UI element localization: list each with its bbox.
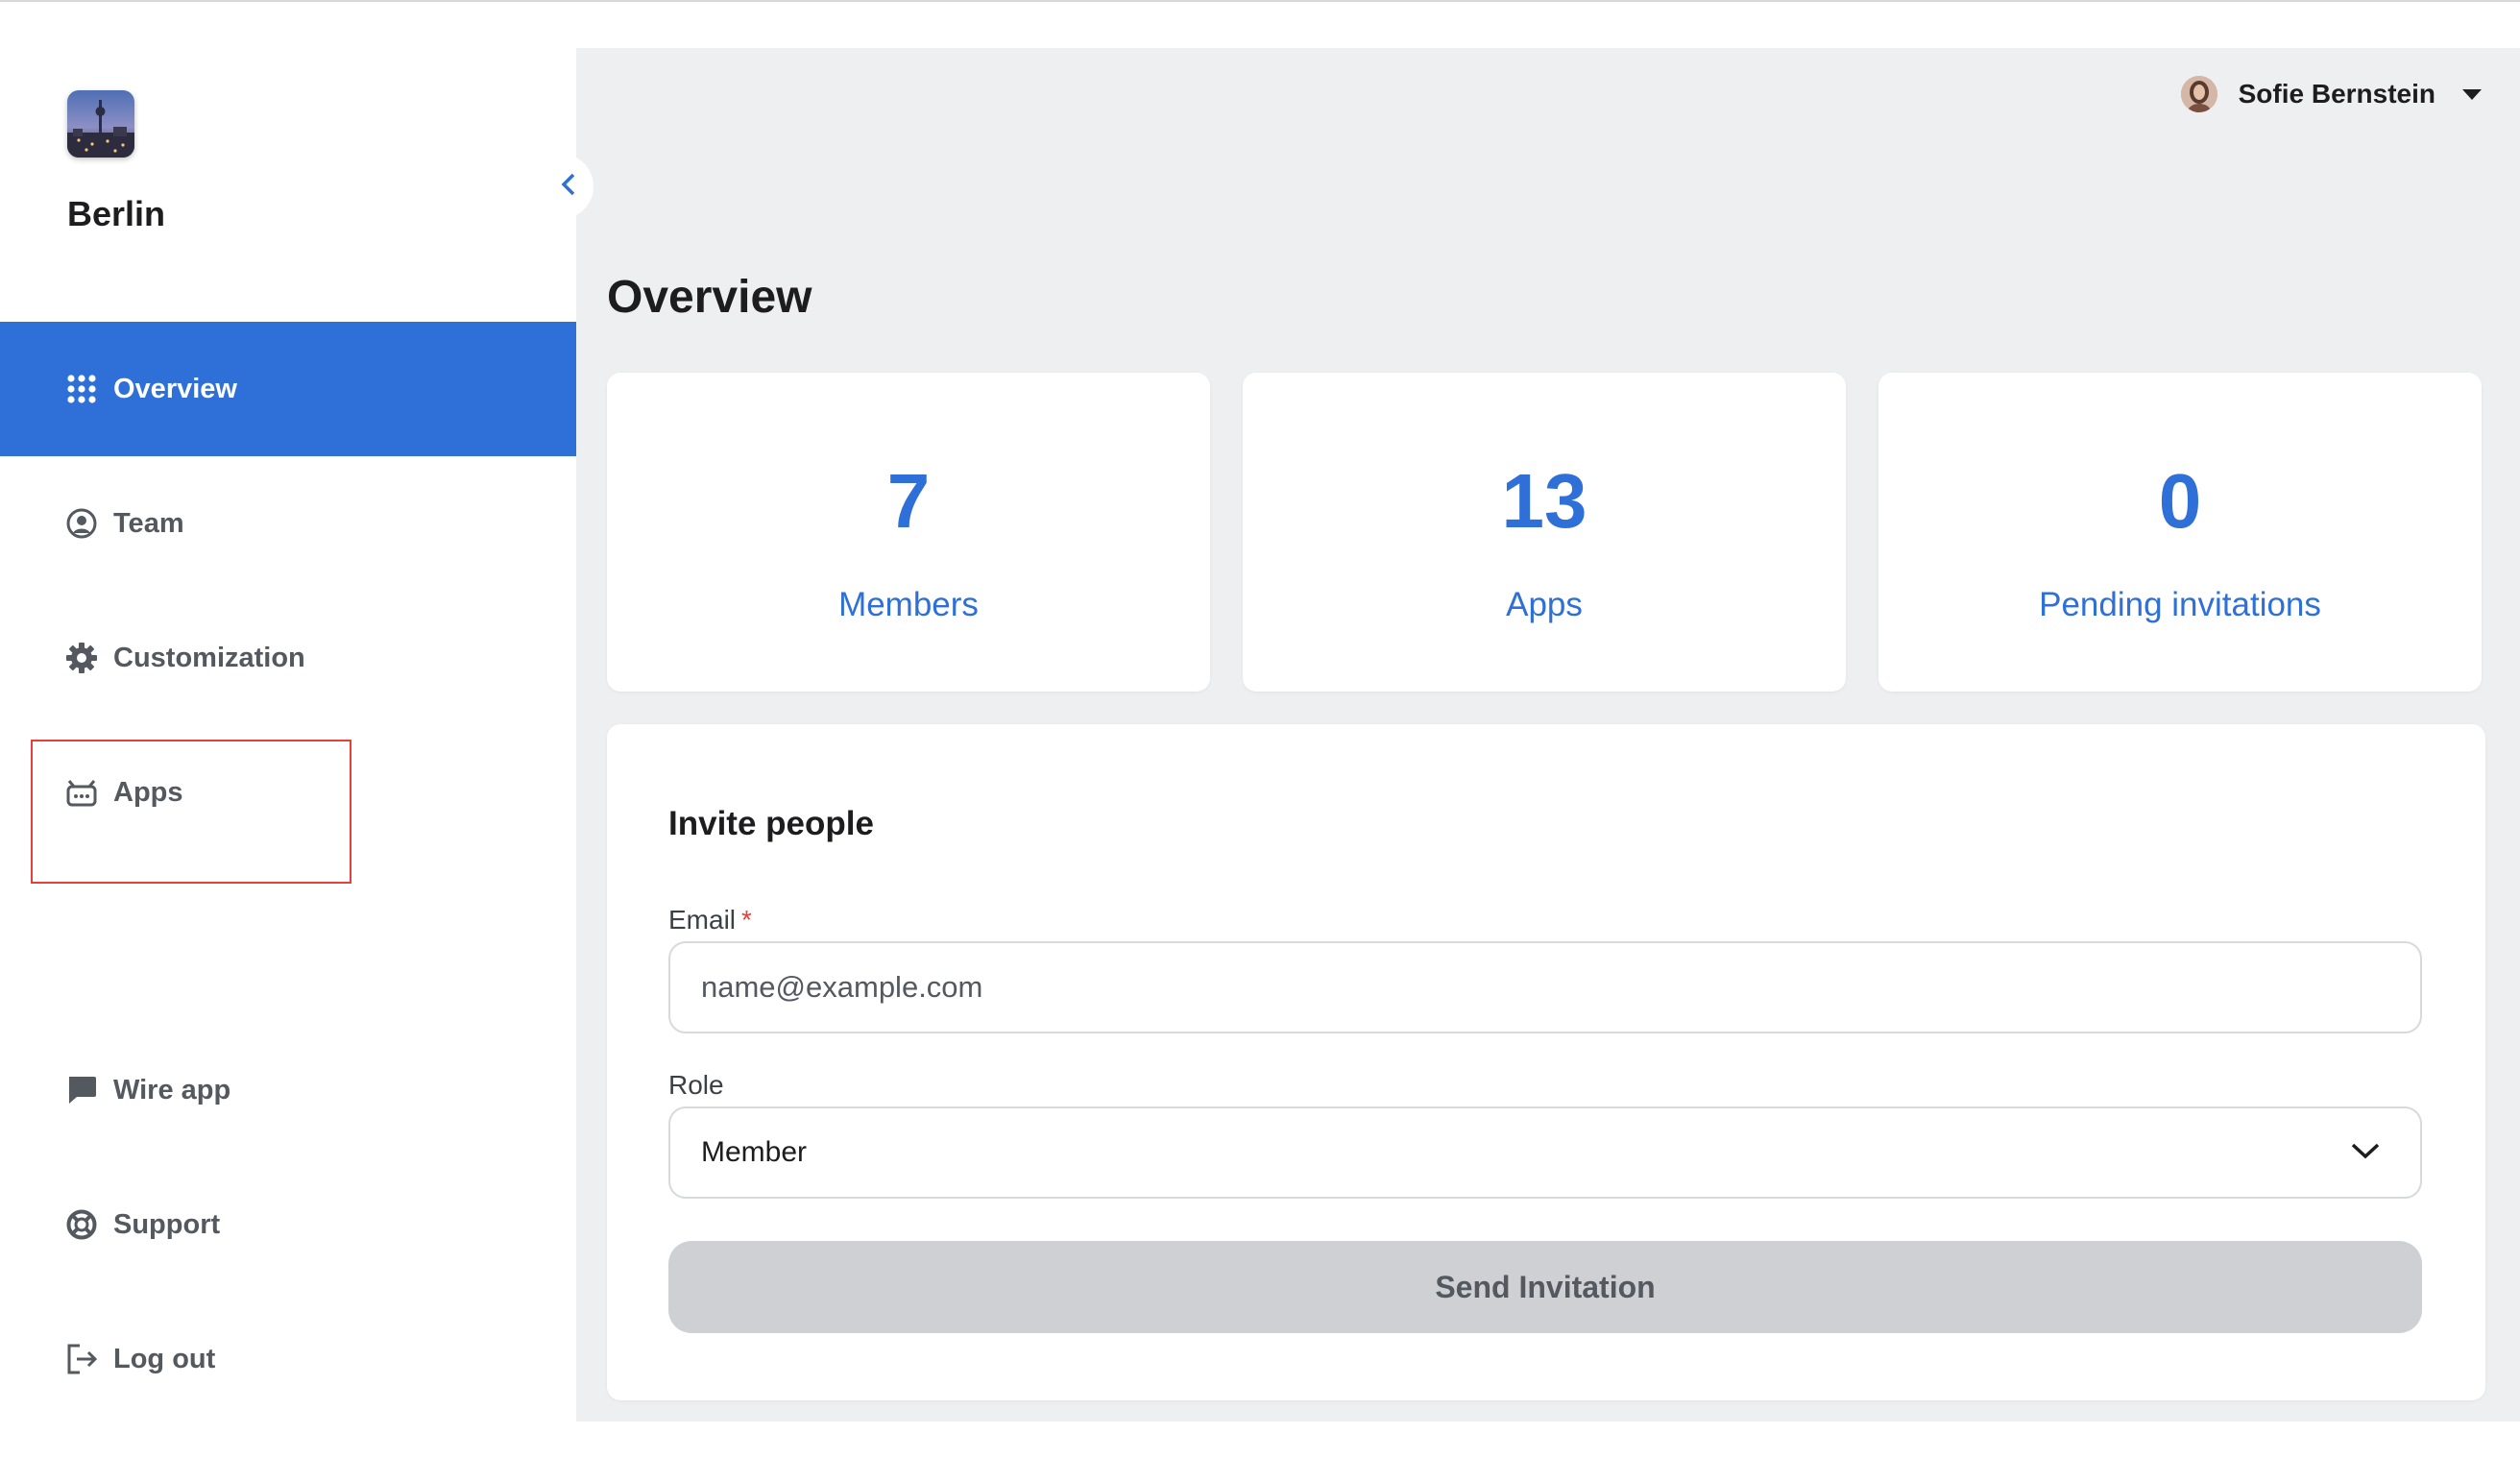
main-content: Sofie Bernstein Overview 7 Members 13 Ap… bbox=[576, 48, 2520, 1422]
team-name: Berlin bbox=[67, 194, 166, 233]
chevron-down-icon bbox=[2349, 1136, 2382, 1169]
user-name: Sofie Bernstein bbox=[2238, 79, 2435, 109]
sidebar-item-team[interactable]: Team bbox=[0, 456, 576, 591]
stat-label: Apps bbox=[1506, 586, 1583, 623]
sidebar-item-customization[interactable]: Customization bbox=[0, 591, 576, 725]
sidebar-item-support[interactable]: Support bbox=[0, 1157, 576, 1292]
grid-icon bbox=[65, 373, 98, 405]
stat-card-members[interactable]: 7 Members bbox=[607, 373, 1210, 692]
stat-value: 7 bbox=[886, 458, 931, 544]
invite-people-card: Invite people Email * name@example.com Ro… bbox=[607, 724, 2485, 1400]
gear-icon bbox=[65, 642, 98, 674]
page-title: Overview bbox=[607, 272, 812, 323]
user-menu[interactable]: Sofie Bernstein bbox=[2180, 75, 2482, 113]
stat-card-pending-invitations[interactable]: 0 Pending invitations bbox=[1878, 373, 2482, 692]
logout-icon bbox=[65, 1343, 98, 1375]
caret-down-icon bbox=[2462, 88, 2482, 100]
lifebuoy-icon bbox=[65, 1208, 98, 1241]
sidebar-item-label: Log out bbox=[113, 1343, 216, 1374]
stat-value: 0 bbox=[2158, 458, 2202, 544]
chat-bubble-icon bbox=[65, 1074, 98, 1106]
chevron-left-icon bbox=[559, 170, 578, 204]
bot-icon bbox=[65, 776, 98, 809]
sidebar-item-label: Wire app bbox=[113, 1074, 231, 1106]
sidebar-item-label: Team bbox=[113, 507, 184, 539]
invite-title: Invite people bbox=[668, 805, 874, 842]
team-logo bbox=[67, 90, 134, 158]
sidebar-item-label: Overview bbox=[113, 373, 237, 404]
avatar bbox=[2180, 76, 2217, 112]
stat-value: 13 bbox=[1501, 458, 1587, 544]
sidebar-item-label: Apps bbox=[113, 776, 183, 808]
send-invitation-button[interactable]: Send Invitation bbox=[668, 1241, 2422, 1333]
user-circle-icon bbox=[65, 507, 98, 540]
email-label-text: Email bbox=[668, 905, 737, 935]
role-select[interactable]: Member bbox=[668, 1106, 2422, 1199]
stat-card-apps[interactable]: 13 Apps bbox=[1243, 373, 1846, 692]
sidebar: Berlin Overview Team Customization Apps … bbox=[0, 2, 576, 1422]
role-label: Role bbox=[668, 1070, 724, 1100]
stat-label: Members bbox=[838, 586, 979, 623]
sidebar-item-label: Support bbox=[113, 1208, 221, 1240]
sidebar-item-log-out[interactable]: Log out bbox=[0, 1292, 576, 1426]
email-field[interactable]: name@example.com bbox=[668, 941, 2422, 1033]
stat-label: Pending invitations bbox=[2039, 586, 2321, 623]
required-mark: * bbox=[741, 905, 752, 935]
sidebar-item-overview[interactable]: Overview bbox=[0, 322, 576, 456]
sidebar-item-wire-app[interactable]: Wire app bbox=[0, 1023, 576, 1157]
role-value: Member bbox=[701, 1136, 808, 1168]
email-label: Email * bbox=[668, 905, 752, 936]
sidebar-item-apps[interactable]: Apps bbox=[0, 725, 576, 860]
sidebar-item-label: Customization bbox=[113, 642, 305, 673]
email-placeholder: name@example.com bbox=[701, 970, 983, 1004]
